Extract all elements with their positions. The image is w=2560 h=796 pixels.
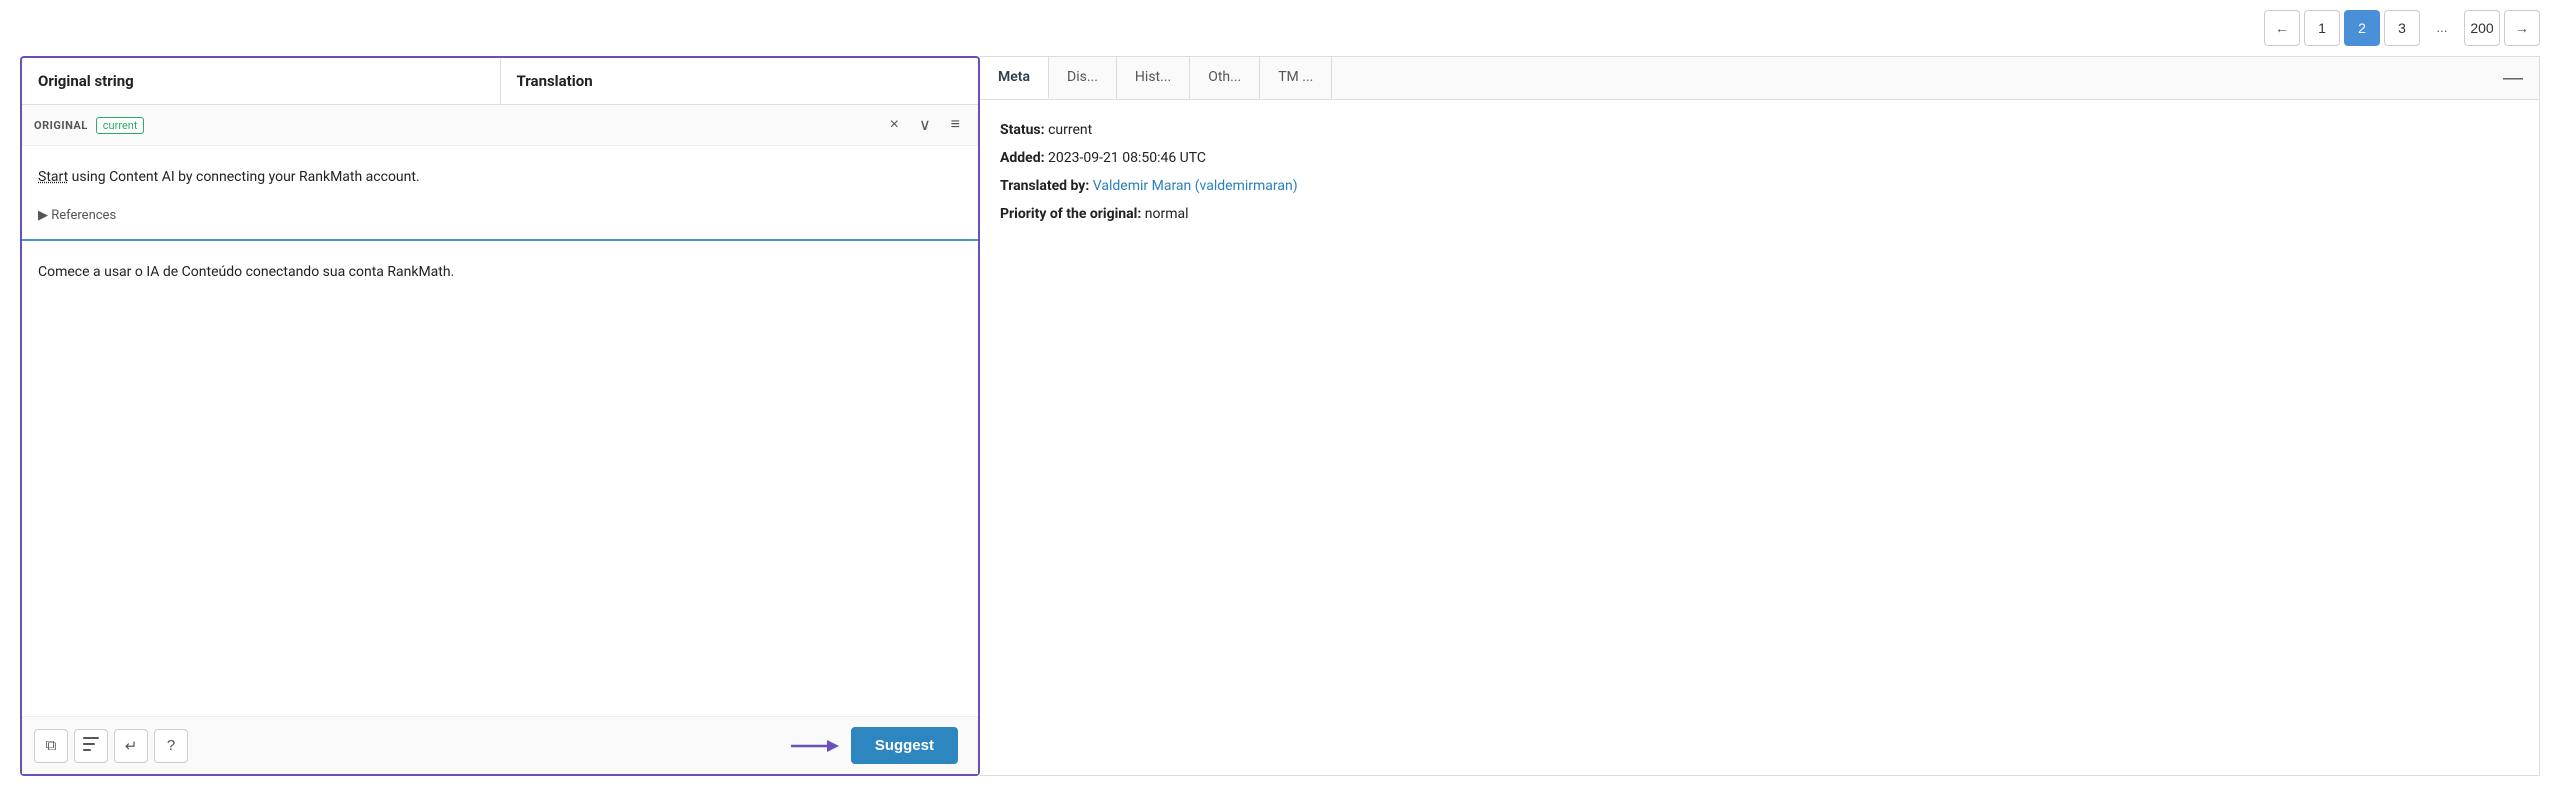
translation-textarea[interactable]: Comece a usar o IA de Conteúdo conectand… <box>22 241 978 716</box>
meta-translated-by-row: Translated by: Valdemir Maran (valdemirm… <box>1000 172 2519 200</box>
translation-header: Translation <box>501 58 979 104</box>
format-icon-button[interactable] <box>74 729 108 763</box>
copy-icon-button[interactable]: ⧉ <box>34 729 68 763</box>
meta-panel: Meta Dis... Hist... Oth... TM ... — Stat… <box>980 56 2540 776</box>
status-label: Status: <box>1000 122 1045 138</box>
status-value-text: current <box>1048 122 1092 138</box>
meta-added-row: Added: 2023-09-21 08:50:46 UTC <box>1000 144 2519 172</box>
translated-by-label: Translated by: <box>1000 178 1089 194</box>
original-text-start: Start <box>38 169 68 185</box>
original-toolbar: ORIGINAL current × ∨ ≡ <box>22 105 978 146</box>
meta-priority-row: Priority of the original: normal <box>1000 200 2519 228</box>
added-label: Added: <box>1000 150 1045 166</box>
original-text-rest: using Content AI by connecting your Rank… <box>68 169 419 185</box>
original-label: ORIGINAL <box>34 119 88 132</box>
meta-status-row: Status: current <box>1000 116 2519 144</box>
translation-panel-header: Original string Translation <box>22 58 978 105</box>
added-value-text: 2023-09-21 08:50:46 UTC <box>1048 150 1206 166</box>
next-page-button[interactable]: → <box>2504 10 2540 46</box>
help-icon: ? <box>167 737 175 754</box>
original-text: Start using Content AI by connecting you… <box>22 146 978 208</box>
enter-icon: ↵ <box>125 737 138 755</box>
enter-icon-button[interactable]: ↵ <box>114 729 148 763</box>
tab-hist[interactable]: Hist... <box>1117 57 1190 99</box>
prev-page-button[interactable]: ← <box>2264 10 2300 46</box>
page-dots: ... <box>2424 10 2460 46</box>
bottom-toolbar: ⧉ ↵ <box>22 716 978 774</box>
page-200-button[interactable]: 200 <box>2464 10 2500 46</box>
chevron-down-button[interactable]: ∨ <box>913 113 937 137</box>
page-wrapper: ← 1 2 3 ... 200 → Original string Transl… <box>0 0 2560 796</box>
translated-by-link[interactable]: Valdemir Maran (valdemirmaran) <box>1093 178 1298 194</box>
suggest-button[interactable]: Suggest <box>851 727 958 764</box>
original-string-header: Original string <box>22 58 501 104</box>
close-button[interactable]: × <box>884 114 905 136</box>
tab-meta[interactable]: Meta <box>980 57 1049 99</box>
meta-tabs: Meta Dis... Hist... Oth... TM ... <box>980 57 1332 99</box>
page-1-button[interactable]: 1 <box>2304 10 2340 46</box>
priority-label: Priority of the original: <box>1000 206 1141 222</box>
translation-section: Comece a usar o IA de Conteúdo conectand… <box>22 241 978 774</box>
tab-tm[interactable]: TM ... <box>1260 57 1332 99</box>
minimize-button[interactable]: — <box>2487 68 2539 88</box>
main-content: Original string Translation ORIGINAL cur… <box>0 56 2560 796</box>
arrow-spacer: Suggest <box>194 727 966 764</box>
pagination-row: ← 1 2 3 ... 200 → <box>0 0 2560 56</box>
current-badge: current <box>96 117 145 134</box>
copy-icon: ⧉ <box>46 737 57 754</box>
page-2-button[interactable]: 2 <box>2344 10 2380 46</box>
references-toggle[interactable]: ▶ References <box>22 208 978 239</box>
tab-dis[interactable]: Dis... <box>1049 57 1117 99</box>
meta-content: Status: current Added: 2023-09-21 08:50:… <box>980 100 2539 244</box>
help-icon-button[interactable]: ? <box>154 729 188 763</box>
page-3-button[interactable]: 3 <box>2384 10 2420 46</box>
translation-panel: Original string Translation ORIGINAL cur… <box>20 56 980 776</box>
suggest-arrow-icon <box>791 734 839 758</box>
format-icon <box>83 737 99 755</box>
tab-oth[interactable]: Oth... <box>1190 57 1260 99</box>
meta-header: Meta Dis... Hist... Oth... TM ... — <box>980 57 2539 100</box>
menu-button[interactable]: ≡ <box>945 114 966 136</box>
priority-value: normal <box>1145 206 1189 222</box>
original-section: ORIGINAL current × ∨ ≡ Start using Conte… <box>22 105 978 241</box>
